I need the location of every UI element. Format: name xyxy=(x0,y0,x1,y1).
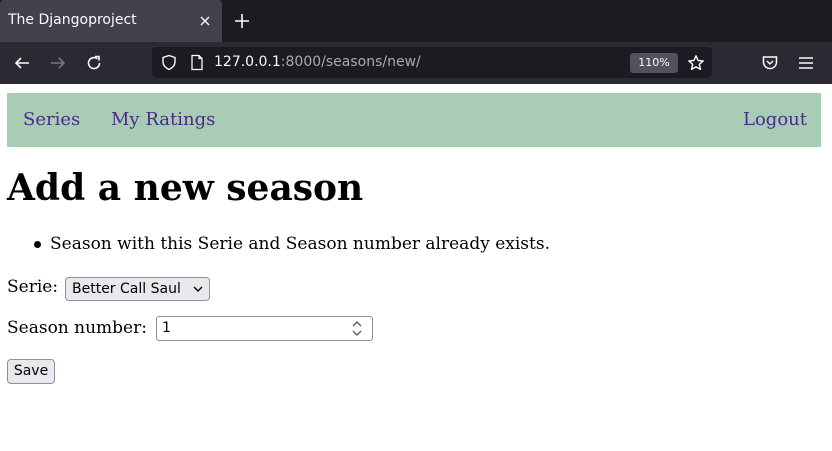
menu-icon[interactable] xyxy=(797,54,815,72)
nav-link-my-ratings[interactable]: My Ratings xyxy=(111,109,215,130)
error-list: Season with this Serie and Season number… xyxy=(30,234,550,254)
close-tab-icon[interactable] xyxy=(197,13,213,29)
back-icon[interactable] xyxy=(13,54,31,72)
bullet xyxy=(34,241,41,248)
zoom-level-badge[interactable]: 110% xyxy=(630,53,678,73)
reload-icon[interactable] xyxy=(85,54,103,72)
url-host: 127.0.0.1 xyxy=(214,54,281,70)
serie-label: Serie: xyxy=(7,277,59,297)
season-number-value: 1 xyxy=(162,320,171,336)
browser-tab-bar: The Djangoproject xyxy=(0,0,832,42)
url-text[interactable]: 127.0.0.1:8000/seasons/new/ xyxy=(214,54,421,70)
page-title: Add a new season xyxy=(7,167,364,209)
number-spinner-icon[interactable] xyxy=(350,319,364,338)
nav-link-logout[interactable]: Logout xyxy=(743,109,807,130)
chevron-down-icon xyxy=(193,286,203,292)
browser-tab[interactable]: The Djangoproject xyxy=(0,0,222,42)
new-tab-icon[interactable] xyxy=(233,12,251,30)
season-number-input[interactable]: 1 xyxy=(156,316,373,341)
nav-link-series[interactable]: Series xyxy=(23,109,80,130)
error-item: Season with this Serie and Season number… xyxy=(30,234,550,254)
site-nav: Series My Ratings Logout xyxy=(7,93,821,147)
season-number-label: Season number: xyxy=(7,318,147,338)
tab-title: The Djangoproject xyxy=(8,12,137,28)
serie-select-value: Better Call Saul xyxy=(72,281,181,297)
serie-select[interactable]: Better Call Saul xyxy=(65,277,210,301)
url-path: :8000/seasons/new/ xyxy=(280,54,421,70)
tracking-protection-shield-icon[interactable] xyxy=(161,54,177,71)
pocket-icon[interactable] xyxy=(761,54,779,72)
bookmark-star-icon[interactable] xyxy=(687,54,705,72)
page-info-icon[interactable] xyxy=(189,54,205,71)
save-button[interactable]: Save xyxy=(7,359,55,384)
address-bar[interactable]: 127.0.0.1:8000/seasons/new/ 110% xyxy=(152,47,712,78)
forward-icon[interactable] xyxy=(49,54,67,72)
error-text: Season with this Serie and Season number… xyxy=(50,234,550,254)
